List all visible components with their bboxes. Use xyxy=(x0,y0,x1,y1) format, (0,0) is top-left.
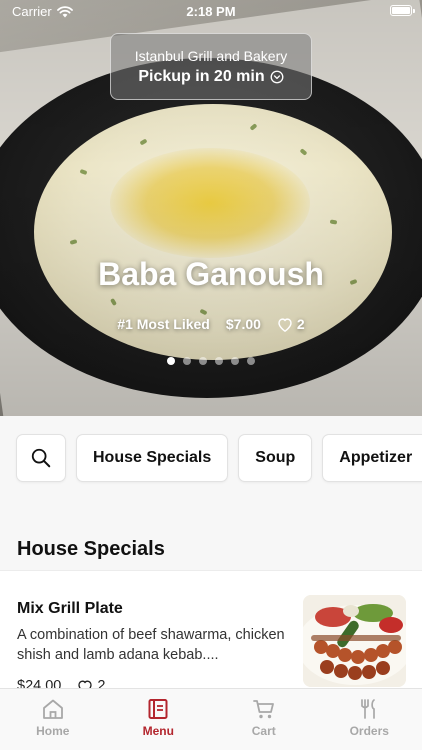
search-button[interactable] xyxy=(16,434,66,482)
featured-likes-count: 2 xyxy=(296,316,305,332)
page-dot[interactable] xyxy=(183,357,191,365)
pickup-time-label: Pickup in 20 min xyxy=(138,68,265,85)
home-icon xyxy=(42,699,63,719)
tab-home[interactable]: Home xyxy=(0,689,106,750)
page-dot[interactable] xyxy=(199,357,207,365)
page-dot[interactable] xyxy=(231,357,239,365)
tab-menu[interactable]: Menu xyxy=(106,689,212,750)
tab-bar: Home Menu Cart Orders xyxy=(0,688,422,750)
chevron-down-circle-icon xyxy=(270,70,284,84)
status-bar: Carrier 2:18 PM xyxy=(0,0,422,24)
orders-icon xyxy=(361,699,376,719)
tab-cart[interactable]: Cart xyxy=(211,689,317,750)
menu-icon xyxy=(148,699,168,719)
category-chip-soup[interactable]: Soup xyxy=(238,434,313,482)
cart-icon xyxy=(252,700,274,719)
menu-item-card[interactable]: Mix Grill Plate A combination of beef sh… xyxy=(0,570,422,700)
tab-label: Home xyxy=(36,724,70,738)
search-icon xyxy=(31,448,51,468)
heart-icon xyxy=(278,317,292,332)
restaurant-pickup-selector[interactable]: Istanbul Grill and Bakery Pickup in 20 m… xyxy=(110,33,312,100)
most-liked-badge: #1 Most Liked xyxy=(117,316,210,332)
category-chip-house-specials[interactable]: House Specials xyxy=(76,434,229,482)
category-chip-label: Appetizer xyxy=(339,449,413,466)
featured-dish-likes[interactable]: 2 xyxy=(277,316,305,332)
clock: 2:18 PM xyxy=(186,4,236,19)
featured-dish-title: Baba Ganoush xyxy=(98,256,324,292)
category-chip-appetizer[interactable]: Appetizer xyxy=(322,434,422,482)
pickup-time: Pickup in 20 min xyxy=(111,68,311,86)
section-title: House Specials xyxy=(17,538,165,560)
battery-icon xyxy=(390,5,415,16)
menu-item-description: A combination of beef shawarma, chicken … xyxy=(17,627,285,663)
menu-item-name: Mix Grill Plate xyxy=(17,600,123,617)
featured-dish-meta: #1 Most Liked $7.00 2 xyxy=(0,316,422,332)
mix-grill-plate-image xyxy=(303,595,406,687)
carousel-page-indicator[interactable] xyxy=(0,357,422,365)
page-dot[interactable] xyxy=(247,357,255,365)
tab-label: Orders xyxy=(349,724,389,738)
featured-dish-price: $7.00 xyxy=(225,316,261,332)
category-bar: House Specials Soup Appetizer xyxy=(16,434,422,482)
tab-label: Menu xyxy=(142,724,174,738)
menu-item-photo xyxy=(303,595,406,687)
tab-orders[interactable]: Orders xyxy=(317,689,422,750)
page-dot[interactable] xyxy=(167,357,175,365)
restaurant-name: Istanbul Grill and Bakery xyxy=(134,48,288,64)
page-dot[interactable] xyxy=(215,357,223,365)
tab-label: Cart xyxy=(251,724,276,738)
